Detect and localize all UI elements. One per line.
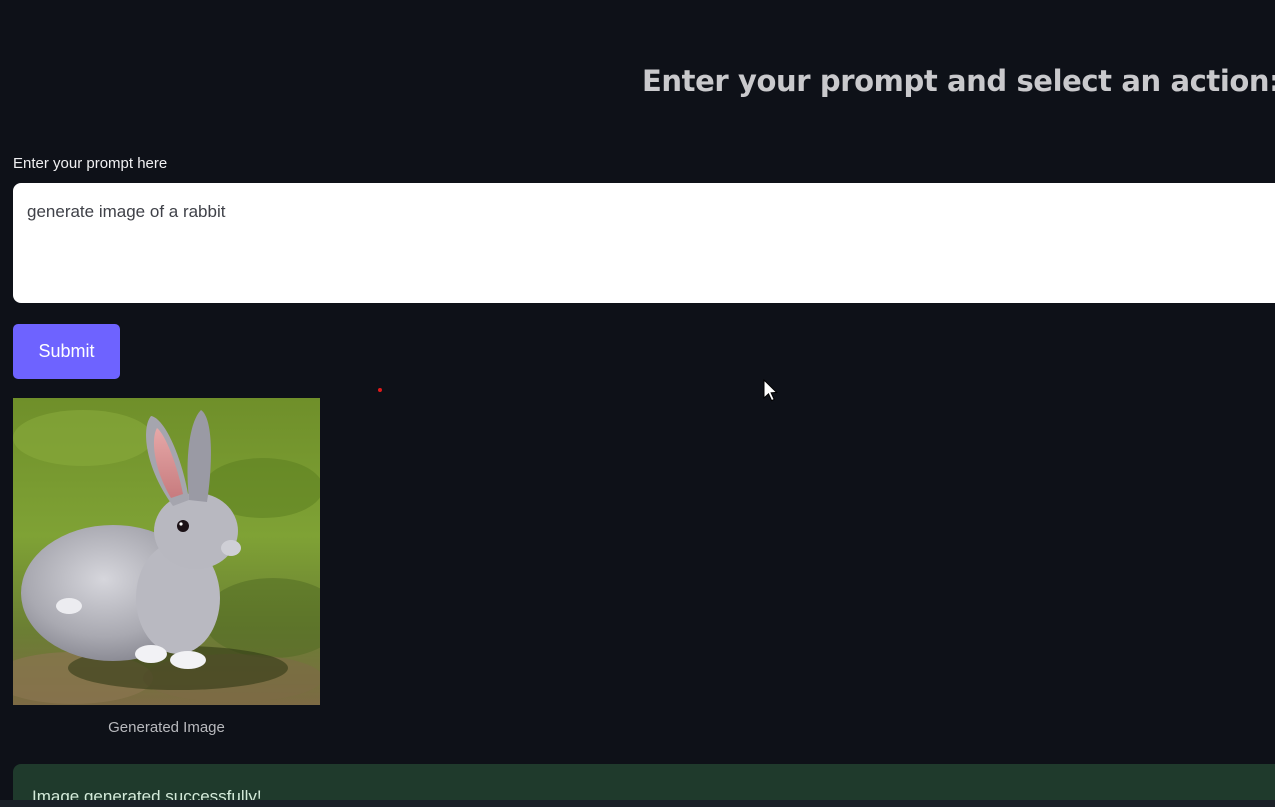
app-page: Enter your prompt and select an action: … [0,0,1275,807]
page-title: Enter your prompt and select an action: [642,64,1275,98]
prompt-textarea[interactable]: generate image of a rabbit [13,183,1275,303]
prompt-label: Enter your prompt here [13,155,168,172]
submit-button[interactable]: Submit [13,324,120,379]
generated-image [13,398,320,705]
mouse-cursor-icon [763,379,778,402]
window-bottom-edge [0,800,1275,807]
image-caption: Generated Image [108,719,225,736]
red-dot-marker [378,388,382,392]
